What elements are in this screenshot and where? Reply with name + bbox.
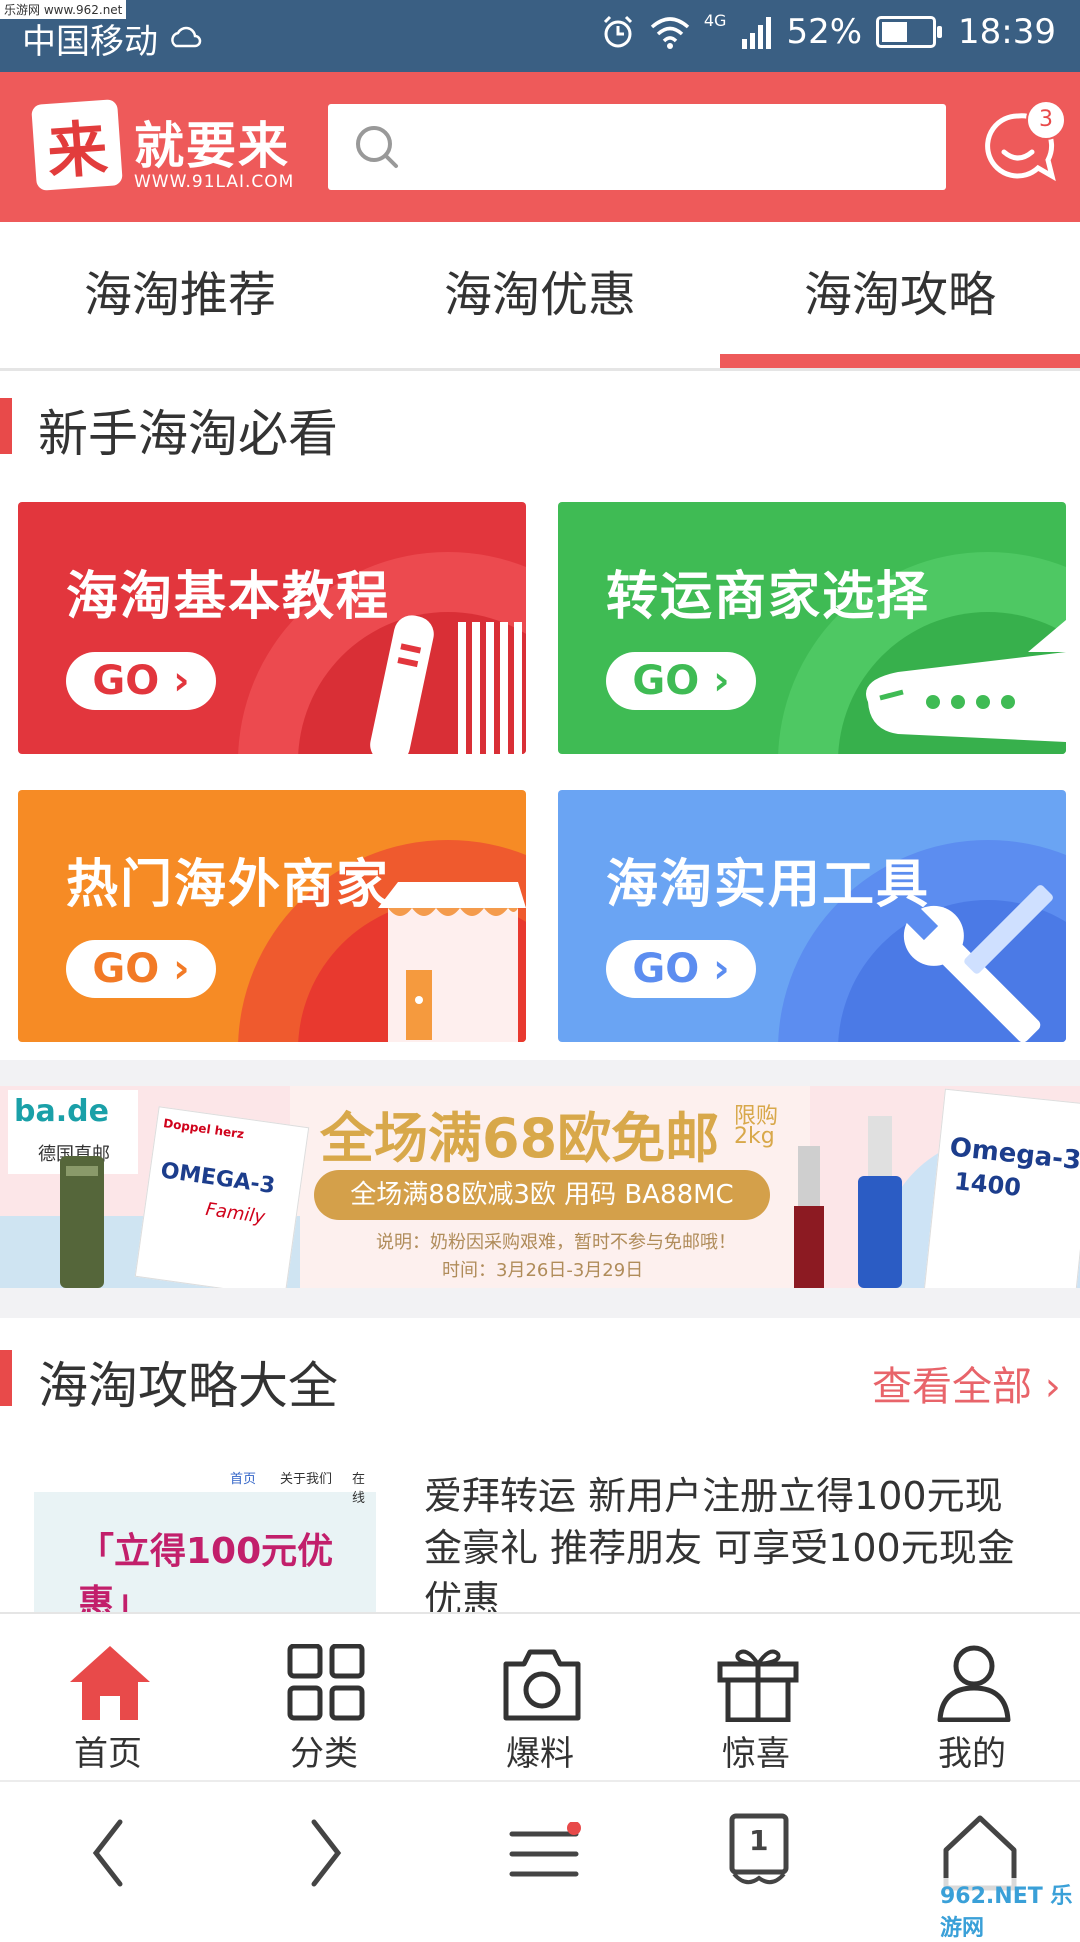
- browser-toolbar: 1 962.NET 乐游网: [0, 1780, 1080, 1942]
- store-name: ba.de: [14, 1094, 109, 1129]
- nav-category[interactable]: 分类: [216, 1614, 432, 1782]
- card-label: 海淘基本教程: [66, 567, 391, 627]
- guide-card-merchants[interactable]: 热门海外商家 GO ›: [18, 790, 526, 1042]
- article-title[interactable]: 爱拜转运 新用户注册立得100元现金豪礼 推荐朋友 可享受100元现金优惠: [424, 1470, 1024, 1626]
- logo-mark: 来: [31, 99, 123, 191]
- go-button[interactable]: GO ›: [606, 652, 756, 710]
- chevron-right-icon: ›: [1044, 1364, 1061, 1410]
- menu-icon[interactable]: [506, 1822, 586, 1886]
- gift-icon: [717, 1649, 799, 1722]
- banner-promo-code: 全场满88欧减3欧 用码 BA88MC: [314, 1170, 770, 1220]
- clock: 18:39: [958, 12, 1056, 52]
- banner-limit-weight: 2kg: [734, 1124, 775, 1149]
- banner-dates: 时间：3月26日-3月29日: [442, 1260, 644, 1281]
- signal-icon: [742, 17, 772, 49]
- active-tab-indicator: [720, 354, 1080, 368]
- tab-recommend[interactable]: 海淘推荐: [0, 222, 360, 368]
- status-bar: 中国移动 4G 52% 18:39: [0, 0, 1080, 72]
- section-title-strategy: 海淘攻略大全: [38, 1357, 338, 1415]
- product-box-left: Doppel herz OMEGA-3 Family: [134, 1106, 310, 1288]
- app-header: 来 就要来 WWW.91LAI.COM 3: [0, 72, 1080, 222]
- carrier-label: 中国移动: [22, 22, 158, 62]
- network-type: 4G: [703, 10, 727, 30]
- logo-url: WWW.91LAI.COM: [134, 172, 295, 192]
- nav-label: 惊喜: [722, 1734, 790, 1774]
- banner-headline: 全场满68欧免邮: [320, 1107, 720, 1170]
- back-icon[interactable]: [88, 1818, 128, 1888]
- guide-card-forwarder[interactable]: 转运商家选择 GO ›: [558, 502, 1066, 754]
- tab-count: 1: [749, 1824, 769, 1857]
- card-label: 热门海外商家: [66, 855, 391, 915]
- separator: [0, 1060, 1080, 1086]
- promo-banner[interactable]: ba.de 德国直邮 Doppel herz OMEGA-3 Family 全场…: [0, 1086, 1080, 1288]
- card-label: 转运商家选择: [606, 567, 931, 627]
- lipgloss-image: [794, 1146, 824, 1288]
- search-box[interactable]: [328, 104, 946, 192]
- banner-note: 说明：奶粉因采购艰难，暂时不参与免邮哦！: [376, 1232, 736, 1253]
- nav-profile[interactable]: 我的: [864, 1614, 1080, 1782]
- forward-icon[interactable]: [306, 1818, 346, 1888]
- home-icon: [70, 1646, 150, 1720]
- battery-icon: [876, 16, 943, 48]
- go-button[interactable]: GO ›: [66, 940, 216, 998]
- wifi-icon: [650, 17, 690, 49]
- article-thumbnail[interactable]: 首页 关于我们 在线 「立得100元优惠」: [34, 1456, 376, 1612]
- guide-card-tools[interactable]: 海淘实用工具 GO ›: [558, 790, 1066, 1042]
- nav-report[interactable]: 爆料: [432, 1614, 648, 1782]
- logo-text: 就要来: [134, 117, 290, 175]
- nav-home[interactable]: 首页: [0, 1614, 216, 1782]
- guide-card-tutorial[interactable]: 海淘基本教程 GO ›: [18, 502, 526, 754]
- section-marker: [0, 1350, 12, 1406]
- watermark: 962.NET 乐游网: [940, 1878, 1080, 1942]
- card-label: 海淘实用工具: [606, 855, 931, 915]
- grid-icon: [287, 1644, 365, 1721]
- product-box-right: Omega-3 1400: [923, 1088, 1080, 1288]
- separator: [0, 1288, 1080, 1318]
- search-icon: [356, 126, 398, 168]
- nav-surprise[interactable]: 惊喜: [648, 1614, 864, 1782]
- tab-bar: 海淘推荐 海淘优惠 海淘攻略: [0, 222, 1080, 371]
- status-right: 4G 52% 18:39: [600, 10, 1056, 52]
- camera-icon: [503, 1649, 581, 1721]
- nav-label: 首页: [74, 1734, 142, 1774]
- message-badge: 3: [1026, 100, 1066, 140]
- tab-guides[interactable]: 海淘攻略: [720, 222, 1080, 368]
- perfume-image: [858, 1116, 902, 1288]
- go-button[interactable]: GO ›: [66, 652, 216, 710]
- section-title-guide: 新手海淘必看: [38, 405, 338, 463]
- watermark: 乐游网 www.962.net: [0, 0, 127, 19]
- nav-label: 我的: [938, 1734, 1006, 1774]
- bottom-nav: 首页 分类 爆料 惊喜 我的: [0, 1612, 1080, 1782]
- cream-bottle-image: [60, 1156, 104, 1288]
- section-marker: [0, 398, 12, 454]
- person-icon: [937, 1645, 1011, 1722]
- cloud-icon: [171, 26, 202, 48]
- go-button[interactable]: GO ›: [606, 940, 756, 998]
- alarm-icon: [603, 15, 632, 48]
- search-input[interactable]: [408, 104, 932, 192]
- nav-label: 分类: [290, 1734, 358, 1774]
- battery-percent: 52%: [786, 12, 863, 52]
- view-all-link[interactable]: 查看全部 ›: [872, 1354, 1061, 1412]
- tab-deals[interactable]: 海淘优惠: [360, 222, 720, 368]
- nav-label: 爆料: [506, 1734, 574, 1774]
